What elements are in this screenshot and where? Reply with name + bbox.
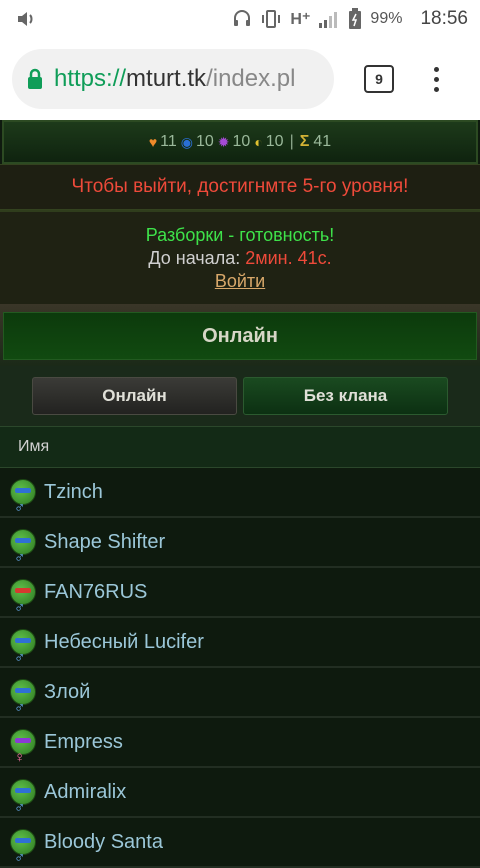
exit-warning: Чтобы выйти, достигнмте 5-го уровня! <box>0 164 480 210</box>
tab-switcher-button[interactable]: 9 <box>364 65 394 93</box>
event-timer: 2мин. 41с. <box>245 247 332 268</box>
stat-4: ◐ 10 <box>254 133 283 151</box>
heart-icon: ♥ <box>148 134 158 150</box>
male-icon: ♂ <box>14 599 26 616</box>
url-path: /index.pl <box>206 65 296 92</box>
stat-3: ✹ 10 <box>218 133 251 151</box>
url-text[interactable]: https://mturt.tk/index.pl <box>54 65 295 93</box>
url-host: mturt.tk <box>126 65 207 92</box>
player-row[interactable]: ♂ FAN76RUS <box>0 568 480 618</box>
status-left <box>16 9 38 29</box>
event-start-label: До начала: <box>148 247 241 268</box>
sigma-icon: Σ <box>299 133 310 150</box>
battery-icon <box>349 8 362 29</box>
male-icon: ♂ <box>14 499 26 516</box>
stats-bar: ♥ 11 ◉ 10 ✹ 10 ◐ 10 | Σ 41 <box>2 120 478 164</box>
name-column-header: Имя <box>0 426 480 468</box>
stat3-value: 10 <box>232 133 251 150</box>
tab-online[interactable]: Онлайн <box>32 377 237 415</box>
leaf-icon: ◐ <box>254 134 263 150</box>
male-icon: ♂ <box>14 549 26 566</box>
lock-icon <box>28 68 42 89</box>
player-row[interactable]: ♂ Shape Shifter <box>0 518 480 568</box>
globe-icon: ◉ <box>180 133 193 150</box>
vibrate-icon <box>262 10 281 28</box>
network-type: H⁺ <box>290 11 311 28</box>
player-row[interactable]: ♂ Admiralix <box>0 768 480 818</box>
stats-separator: | <box>289 133 294 150</box>
hearts-value: 11 <box>160 133 177 150</box>
clock: 18:56 <box>420 8 468 29</box>
male-icon: ♂ <box>14 649 26 666</box>
player-name[interactable]: Shape Shifter <box>44 531 165 554</box>
male-icon: ♂ <box>14 849 26 866</box>
player-name[interactable]: Bloody Santa <box>44 831 163 854</box>
total-value: 41 <box>313 133 332 150</box>
browser-toolbar: https://mturt.tk/index.pl 9 <box>0 38 480 120</box>
player-row[interactable]: ♂ Злой <box>0 668 480 718</box>
volume-icon <box>18 12 33 26</box>
male-icon: ♂ <box>14 799 26 816</box>
status-right: H⁺ 99% 18:56 <box>232 8 468 30</box>
player-row[interactable]: ♀ Empress <box>0 718 480 768</box>
online-title: Онлайн <box>3 312 477 360</box>
event-title: Разборки - готовность! <box>145 224 335 245</box>
join-link[interactable]: Войти <box>215 271 265 292</box>
stat-2: ◉ 10 <box>181 133 214 151</box>
player-name[interactable]: FAN76RUS <box>44 581 147 604</box>
male-icon: ♂ <box>14 699 26 716</box>
tab-no-clan[interactable]: Без клана <box>243 377 448 415</box>
battery-level: 99% <box>370 10 403 27</box>
address-bar[interactable]: https://mturt.tk/index.pl <box>12 49 334 109</box>
status-bar: H⁺ 99% 18:56 <box>0 0 480 38</box>
event-panel: Разборки - готовность! До начала: 2мин. … <box>0 210 480 304</box>
player-list: ♂ Tzinch ♂ Shape Shifter ♂ FAN76RUS ♂ Не… <box>0 468 480 868</box>
player-row[interactable]: ♂ Небесный Lucifer <box>0 618 480 668</box>
url-scheme: https:// <box>54 65 127 92</box>
event-countdown: До начала: 2мин. 41с. <box>148 248 331 269</box>
signal-icon <box>319 12 338 28</box>
player-name[interactable]: Небесный Lucifer <box>44 631 204 654</box>
stat4-value: 10 <box>265 133 284 150</box>
headphones-icon <box>234 10 251 26</box>
stat2-value: 10 <box>195 133 214 150</box>
player-row[interactable]: ♂ Bloody Santa <box>0 818 480 868</box>
online-header: Онлайн <box>0 304 480 366</box>
player-name[interactable]: Empress <box>44 731 123 754</box>
stat-hearts: ♥ 11 <box>149 133 177 151</box>
player-name[interactable]: Admiralix <box>44 781 126 804</box>
female-icon: ♀ <box>14 749 26 766</box>
tabs-row: Онлайн Без клана <box>0 366 480 426</box>
player-row[interactable]: ♂ Tzinch <box>0 468 480 518</box>
player-name[interactable]: Tzinch <box>44 481 103 504</box>
overflow-menu-icon[interactable] <box>426 66 446 92</box>
game-page: ♥ 11 ◉ 10 ✹ 10 ◐ 10 | Σ 41 Чтобы выйти, … <box>0 120 480 868</box>
burst-icon: ✹ <box>217 133 230 150</box>
player-name[interactable]: Злой <box>44 681 90 704</box>
